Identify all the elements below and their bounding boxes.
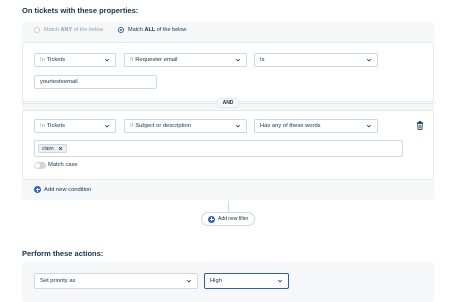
chevron-down-icon — [235, 58, 241, 62]
connector-line — [228, 201, 229, 212]
action-select[interactable]: Set priority as — [34, 273, 198, 289]
condition-2-field-select[interactable]: If Subject or description — [124, 119, 247, 133]
chevron-down-icon — [277, 279, 283, 283]
add-condition-button[interactable]: Add new condition — [34, 186, 91, 193]
condition-1-field-select[interactable]: If Requester email — [124, 53, 247, 67]
chevron-down-icon — [235, 124, 241, 128]
condition-1 — [22, 42, 434, 102]
chevron-down-icon — [104, 124, 110, 128]
chevron-down-icon — [366, 124, 372, 128]
match-any-option[interactable]: Match ANY of the below — [34, 27, 103, 33]
chevron-down-icon — [104, 58, 110, 62]
condition-2-words-input[interactable] — [34, 140, 403, 157]
condition-2-scope-select[interactable]: In Tickets — [34, 119, 116, 133]
chevron-down-icon — [366, 58, 372, 62]
conditions-title: On tickets with these properties: — [22, 6, 139, 15]
condition-1-scope-select[interactable]: In Tickets — [34, 53, 116, 67]
actions-title: Perform these actions: — [22, 249, 104, 258]
condition-2-operator-select[interactable]: Has any of these words — [254, 119, 378, 133]
chevron-down-icon — [186, 279, 192, 283]
match-all-option[interactable]: Match ALL of the below — [118, 27, 186, 33]
match-case-label: Match case — [48, 162, 78, 168]
condition-1-operator-select[interactable]: Is — [254, 53, 378, 67]
priority-select[interactable]: High — [204, 273, 289, 289]
match-case-toggle[interactable] — [34, 162, 46, 169]
plus-icon — [34, 186, 41, 193]
plus-icon — [208, 215, 215, 223]
word-tag: claim — [38, 144, 67, 153]
match-all-radio[interactable] — [118, 27, 124, 33]
trash-icon[interactable] — [416, 121, 424, 130]
and-label: AND — [216, 98, 240, 108]
add-filter-button[interactable]: Add new filter — [201, 212, 256, 226]
close-icon[interactable] — [58, 146, 63, 151]
match-any-radio[interactable] — [34, 27, 40, 33]
condition-1-value-input[interactable]: yourtesteemail — [34, 75, 157, 89]
